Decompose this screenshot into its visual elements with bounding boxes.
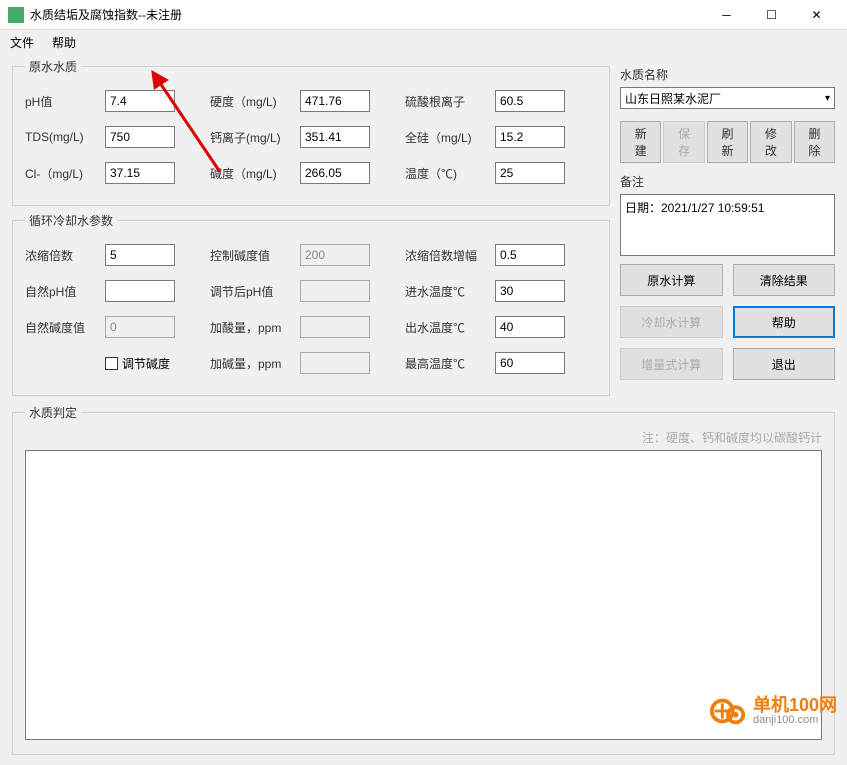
ctrlalk-label: 控制碱度值 bbox=[210, 247, 300, 264]
water-name-label: 水质名称 bbox=[620, 66, 835, 83]
menu-help[interactable]: 帮助 bbox=[52, 34, 76, 51]
tin-input[interactable] bbox=[495, 280, 565, 302]
hardness-input[interactable] bbox=[300, 90, 370, 112]
close-button[interactable]: ✕ bbox=[794, 0, 839, 30]
adjph-label: 调节后pH值 bbox=[210, 283, 300, 300]
natalk-input bbox=[105, 316, 175, 338]
si-input[interactable] bbox=[495, 126, 565, 148]
memo-textarea[interactable]: 日期：2021/1/27 10:59:51 bbox=[620, 194, 835, 256]
ph-label: pH值 bbox=[25, 93, 105, 110]
tmax-label: 最高温度℃ bbox=[405, 355, 495, 372]
natph-input[interactable] bbox=[105, 280, 175, 302]
window-title: 水质结垢及腐蚀指数--未注册 bbox=[30, 6, 704, 23]
minimize-button[interactable]: ─ bbox=[704, 0, 749, 30]
help-button[interactable]: 帮助 bbox=[733, 306, 836, 338]
alkadd-input bbox=[300, 352, 370, 374]
adjust-alk-label: 调节碱度 bbox=[122, 355, 170, 372]
conc-input[interactable] bbox=[105, 244, 175, 266]
temp-input[interactable] bbox=[495, 162, 565, 184]
raw-calc-button[interactable]: 原水计算 bbox=[620, 264, 723, 296]
tds-label: TDS(mg/L) bbox=[25, 130, 105, 144]
chevron-down-icon: ▾ bbox=[825, 93, 830, 104]
adjust-alk-checkbox[interactable]: 调节碱度 bbox=[105, 355, 170, 372]
incr-input[interactable] bbox=[495, 244, 565, 266]
memo-label: 备注 bbox=[620, 173, 835, 190]
ca-label: 钙离子(mg/L) bbox=[210, 129, 300, 146]
hardness-label: 硬度（mg/L) bbox=[210, 93, 300, 110]
judgement-note: 注：硬度、钙和碱度均以碳酸钙计 bbox=[642, 429, 822, 446]
judgement-textarea[interactable] bbox=[25, 450, 822, 740]
alk-label: 碱度（mg/L) bbox=[210, 165, 300, 182]
modify-button[interactable]: 修改 bbox=[750, 121, 791, 163]
water-name-combo[interactable]: 山东日照某水泥厂 ▾ bbox=[620, 87, 835, 109]
so4-label: 硫酸根离子 bbox=[405, 93, 495, 110]
cl-input[interactable] bbox=[105, 162, 175, 184]
titlebar: 水质结垢及腐蚀指数--未注册 ─ ☐ ✕ bbox=[0, 0, 847, 30]
conc-label: 浓缩倍数 bbox=[25, 247, 105, 264]
so4-input[interactable] bbox=[495, 90, 565, 112]
watermark-url: danji100.com bbox=[753, 714, 837, 726]
adjph-input bbox=[300, 280, 370, 302]
exit-button[interactable]: 退出 bbox=[733, 348, 836, 380]
app-icon bbox=[8, 7, 24, 23]
cool-calc-button: 冷却水计算 bbox=[620, 306, 723, 338]
menu-file[interactable]: 文件 bbox=[10, 34, 34, 51]
ph-input[interactable] bbox=[105, 90, 175, 112]
cycle-water-legend: 循环冷却水参数 bbox=[25, 212, 117, 229]
natph-label: 自然pH值 bbox=[25, 283, 105, 300]
alk-input[interactable] bbox=[300, 162, 370, 184]
window-controls: ─ ☐ ✕ bbox=[704, 0, 839, 30]
temp-label: 温度（℃) bbox=[405, 165, 495, 182]
raw-water-group: 原水水质 pH值 硬度（mg/L) 硫酸根离子 TDS(mg/L) 钙离子(mg… bbox=[12, 58, 610, 206]
menubar: 文件 帮助 bbox=[0, 30, 847, 54]
save-button: 保存 bbox=[663, 121, 704, 163]
cycle-water-group: 循环冷却水参数 浓缩倍数 控制碱度值 浓缩倍数增幅 自然pH值 调节后pH值 进… bbox=[12, 212, 610, 396]
ctrlalk-input bbox=[300, 244, 370, 266]
natalk-label: 自然碱度值 bbox=[25, 319, 105, 336]
delete-button[interactable]: 删除 bbox=[794, 121, 835, 163]
alkadd-label: 加碱量，ppm bbox=[210, 355, 300, 372]
acid-input bbox=[300, 316, 370, 338]
tmax-input[interactable] bbox=[495, 352, 565, 374]
watermark-brand: 单机100网 bbox=[753, 696, 837, 714]
maximize-button[interactable]: ☐ bbox=[749, 0, 794, 30]
acid-label: 加酸量，ppm bbox=[210, 319, 300, 336]
clear-result-button[interactable]: 清除结果 bbox=[733, 264, 836, 296]
tin-label: 进水温度℃ bbox=[405, 283, 495, 300]
tds-input[interactable] bbox=[105, 126, 175, 148]
ca-input[interactable] bbox=[300, 126, 370, 148]
incr-label: 浓缩倍数增幅 bbox=[405, 247, 495, 264]
tout-label: 出水温度℃ bbox=[405, 319, 495, 336]
incr-calc-button: 增量式计算 bbox=[620, 348, 723, 380]
watermark: 单机100网 danji100.com bbox=[709, 692, 837, 730]
new-button[interactable]: 新建 bbox=[620, 121, 661, 163]
si-label: 全硅（mg/L) bbox=[405, 129, 495, 146]
cl-label: Cl-（mg/L) bbox=[25, 165, 105, 182]
watermark-icon bbox=[709, 692, 747, 730]
water-name-value: 山东日照某水泥厂 bbox=[625, 90, 721, 107]
judgement-legend: 水质判定 bbox=[25, 404, 81, 421]
refresh-button[interactable]: 刷新 bbox=[707, 121, 748, 163]
raw-water-legend: 原水水质 bbox=[25, 58, 81, 75]
tout-input[interactable] bbox=[495, 316, 565, 338]
